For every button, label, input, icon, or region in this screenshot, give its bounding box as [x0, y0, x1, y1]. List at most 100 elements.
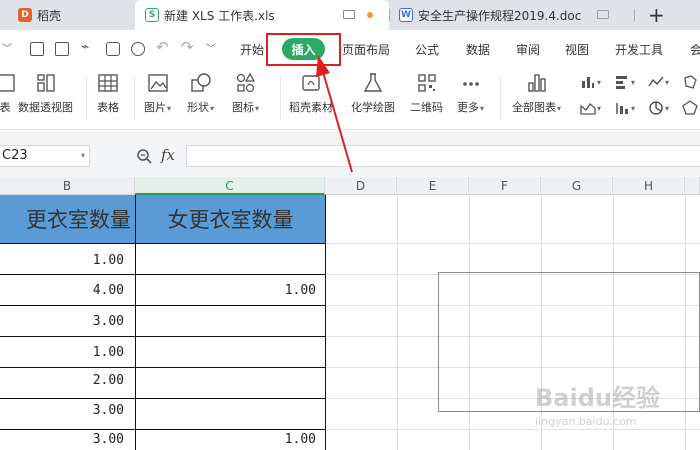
ribbon-divider: [500, 76, 501, 120]
name-box[interactable]: C23 ▾: [0, 145, 90, 167]
ribbon-divider: [134, 76, 135, 120]
ribbon-chemistry-button[interactable]: 化学绘图: [351, 72, 395, 115]
zoom-search-icon[interactable]: [136, 148, 152, 164]
menu-member[interactable]: 会: [690, 41, 700, 58]
tab-divider: [634, 9, 635, 21]
column-header-d[interactable]: D: [325, 177, 397, 195]
menu-view[interactable]: 视图: [565, 41, 589, 58]
shapes-icon: [190, 73, 211, 92]
header-cell-c[interactable]: 女更衣室数量: [136, 195, 325, 243]
daoke-logo-icon: D: [18, 8, 32, 22]
watermark-url: jingyan.baidu.com: [535, 415, 637, 428]
daoke-assets-icon: [302, 75, 320, 91]
stock-chart-dropdown[interactable]: ▾: [614, 100, 636, 116]
tab-spreadsheet[interactable]: S 新建 XLS 工作表.xls: [135, 0, 389, 30]
menu-row: ﹀ ⌁ ↶ ↷ ﹀ 开始 插入 页面布局 公式 数据 审阅 视图 开发工具 会: [0, 30, 700, 68]
ribbon-more-button[interactable]: 更多▾: [457, 72, 484, 115]
chemistry-flask-icon: [363, 73, 383, 92]
word-doc-icon: W: [399, 8, 413, 22]
chevron-down-icon[interactable]: ﹀: [2, 40, 12, 55]
baidu-watermark: Baidu经验 jingyan.baidu.com: [535, 378, 685, 438]
column-header-h[interactable]: H: [613, 177, 685, 195]
ribbon-qr-code-button[interactable]: 二维码: [410, 72, 443, 115]
customize-toolbar-icon[interactable]: ﹀: [206, 40, 216, 55]
unsaved-dot-icon: [367, 12, 373, 18]
chevron-down-icon[interactable]: ▾: [81, 146, 85, 166]
cell-b-row5[interactable]: 2.00: [0, 373, 124, 388]
map-chart-icon: [684, 75, 697, 89]
menu-home[interactable]: 开始: [240, 41, 264, 58]
undo-icon[interactable]: ↶: [156, 38, 169, 56]
menu-developer[interactable]: 开发工具: [615, 41, 663, 58]
tab-document[interactable]: W 安全生产操作规程2019.4.doc: [389, 0, 634, 30]
column-header-i[interactable]: [685, 177, 700, 195]
ribbon-table-button[interactable]: 表: [0, 72, 16, 115]
line-chart-icon: [648, 76, 664, 87]
pivot-chart-icon: [36, 74, 55, 92]
menu-data[interactable]: 数据: [466, 41, 490, 58]
cell-b-row7[interactable]: 3.00: [0, 432, 124, 447]
ribbon-picture-button[interactable]: 图片▾: [144, 72, 171, 115]
column-chart-dropdown[interactable]: ▾: [580, 74, 602, 90]
column-header-g[interactable]: G: [541, 177, 613, 195]
cell-border: [135, 195, 136, 450]
cell-b-row4[interactable]: 1.00: [0, 345, 124, 360]
cell-border: [0, 429, 325, 430]
print-preview-icon[interactable]: [131, 42, 145, 56]
more-dots-icon: [462, 82, 479, 86]
ribbon-divider: [280, 76, 281, 120]
watermark-brand: Baidu经验: [535, 384, 660, 412]
line-chart-dropdown[interactable]: ▾: [648, 74, 670, 90]
radar-chart-dropdown[interactable]: [682, 100, 700, 116]
column-header-c[interactable]: C: [135, 177, 325, 195]
map-chart-dropdown[interactable]: [682, 74, 700, 90]
print-icon[interactable]: [106, 42, 120, 56]
area-chart-icon: [580, 103, 596, 115]
cell-b-row3[interactable]: 3.00: [0, 314, 124, 329]
cell-b-row1[interactable]: 1.00: [0, 253, 124, 268]
tab-label: 新建 XLS 工作表.xls: [164, 8, 275, 23]
cell-b-row6[interactable]: 3.00: [0, 403, 124, 418]
cell-c-row2[interactable]: 1.00: [136, 283, 316, 298]
ribbon-all-charts-button[interactable]: 全部图表▾: [512, 72, 561, 115]
ribbon-table-grid-button[interactable]: 表格: [97, 72, 119, 115]
cell-b-row2[interactable]: 4.00: [0, 283, 124, 298]
cell-border: [0, 398, 325, 399]
fx-icon[interactable]: fx: [161, 146, 175, 164]
table-partial-icon: [0, 74, 15, 92]
column-header-f[interactable]: F: [469, 177, 541, 195]
picture-icon: [147, 74, 168, 92]
area-chart-dropdown[interactable]: ▾: [580, 100, 602, 116]
radar-chart-icon: [682, 100, 698, 115]
menu-formulas[interactable]: 公式: [415, 41, 439, 58]
cell-border: [0, 367, 325, 368]
stock-chart-icon: [616, 103, 628, 114]
menu-review[interactable]: 审阅: [516, 41, 540, 58]
tab-bar: D 稻壳 S 新建 XLS 工作表.xls W 安全生产操作规程2019.4.d…: [0, 0, 700, 30]
ribbon-pivot-chart-button[interactable]: 数据透视图: [18, 72, 73, 115]
save-icon[interactable]: [55, 42, 69, 56]
tab-daoke[interactable]: D 稻壳: [0, 0, 135, 30]
ribbon-daoke-assets-button[interactable]: 稻壳素材: [289, 72, 333, 115]
header-cell-b[interactable]: 更衣室数量: [0, 195, 135, 243]
menu-page-layout[interactable]: 页面布局: [342, 41, 390, 58]
monitor-icon[interactable]: [343, 10, 355, 19]
redo-icon[interactable]: ↷: [181, 38, 194, 56]
column-header-b[interactable]: B: [0, 177, 135, 195]
all-charts-icon: [527, 74, 546, 92]
insert-ribbon: 表 数据透视图 表格 图片▾ 形状▾ 图标▾ 稻壳素材 化学绘图 二维码 更多▾: [0, 68, 700, 130]
format-painter-icon[interactable]: ⌁: [81, 39, 89, 55]
ribbon-shapes-button[interactable]: 形状▾: [187, 72, 214, 115]
formula-input[interactable]: [186, 145, 700, 167]
monitor-icon[interactable]: [597, 10, 609, 19]
ribbon-icons-button[interactable]: 图标▾: [232, 72, 259, 115]
pie-chart-dropdown[interactable]: ▾: [648, 100, 670, 116]
new-tab-button[interactable]: +: [648, 3, 665, 27]
tab-label: 稻壳: [37, 8, 62, 23]
bar-chart-dropdown[interactable]: ▾: [614, 74, 636, 90]
open-file-icon[interactable]: [30, 42, 44, 56]
cell-border: [0, 243, 325, 244]
column-header-e[interactable]: E: [397, 177, 469, 195]
table-icon: [98, 74, 118, 92]
cell-c-row7[interactable]: 1.00: [136, 432, 316, 447]
